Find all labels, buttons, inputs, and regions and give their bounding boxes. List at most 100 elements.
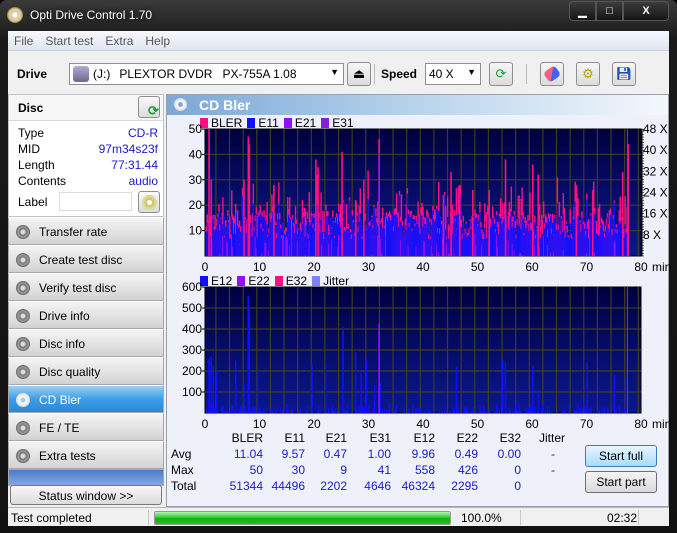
e12-bar <box>590 407 592 413</box>
e12-bar <box>370 412 372 413</box>
maximize-button[interactable]: □ <box>596 1 623 21</box>
bler-peak <box>248 144 251 256</box>
e12-bar <box>568 404 570 413</box>
label-button[interactable] <box>138 191 160 213</box>
e12-bar <box>509 412 511 413</box>
drive-select[interactable]: (J:) PLEXTOR DVDR PX-755A 1.08 ▼ <box>69 63 344 85</box>
e12-bar <box>449 411 452 413</box>
e12-bar <box>588 411 590 413</box>
eject-button[interactable]: ⏏ <box>347 62 371 86</box>
bler-peak <box>450 172 452 256</box>
stats-header: Jitter <box>538 431 565 445</box>
bler-peak <box>537 174 540 256</box>
toolbar-divider <box>526 64 527 84</box>
e12-bar <box>481 410 483 413</box>
erase-button[interactable] <box>540 62 564 86</box>
status-divider <box>638 510 639 525</box>
e12-bar <box>496 409 499 413</box>
status-bar: Test completed 100.0% 02:32 <box>8 507 669 526</box>
y-tick-label: 400 <box>182 322 202 336</box>
e12-bar <box>326 411 328 413</box>
minimize-button[interactable]: ▁ <box>569 1 596 21</box>
x-tick-label: 0 <box>202 260 209 274</box>
e12-bar <box>598 409 601 413</box>
stats-row-label: Avg <box>171 447 192 461</box>
bler-peak <box>472 189 474 256</box>
e12-peak <box>586 362 588 413</box>
start-full-button[interactable]: Start full <box>585 445 657 467</box>
x-tick-label: 30 <box>362 260 376 274</box>
x-tick-label: 0 <box>202 417 209 431</box>
nav-label: Transfer rate <box>39 225 108 239</box>
stats-row-label: Max <box>171 463 194 477</box>
disc-refresh-button[interactable]: ⟳ <box>138 96 160 118</box>
nav-item-create-test-disc[interactable]: Create test disc <box>8 245 164 273</box>
e12-bar <box>584 405 586 413</box>
title-bar[interactable]: Opti Drive Control 1.70 ▁ □ X <box>0 0 677 30</box>
menu-help[interactable]: Help <box>139 31 176 50</box>
e12-peak <box>365 360 368 413</box>
stats-cell: 41 <box>377 463 391 477</box>
app-window: Opti Drive Control 1.70 ▁ □ X File Start… <box>0 0 677 533</box>
x-tick-label: 80 <box>634 260 648 274</box>
stats-cell: 0.47 <box>323 447 347 461</box>
e12-peak <box>354 352 357 413</box>
nav-item-extra-tests[interactable]: Extra tests <box>8 441 164 469</box>
e31-peak <box>378 151 380 256</box>
menu-bar: File Start test Extra Help <box>8 31 669 51</box>
nav-item-drive-info[interactable]: Drive info <box>8 301 164 329</box>
nav-item-fe-te[interactable]: FE / TE <box>8 413 164 441</box>
e12-bar <box>291 408 294 413</box>
menu-extra[interactable]: Extra <box>99 31 139 50</box>
status-window-button[interactable]: Status window >> <box>10 485 162 505</box>
info-value: 97m34s23f <box>98 142 158 156</box>
save-button[interactable]: 💾︎ <box>612 62 636 86</box>
nav-item-disc-info[interactable]: Disc info <box>8 329 164 357</box>
info-value: CD-R <box>128 126 158 140</box>
e12-bar <box>356 409 358 413</box>
disc-icon <box>16 393 30 407</box>
e12-bar <box>261 410 263 413</box>
y-tick-label: 20 <box>189 198 203 212</box>
e12-bar <box>227 410 229 413</box>
x-tick-label: 50 <box>471 260 485 274</box>
disc-contents-row: Contents audio <box>9 173 163 189</box>
x-tick-label: 70 <box>580 260 594 274</box>
menu-file[interactable]: File <box>8 31 39 50</box>
e12-bar <box>259 407 261 413</box>
nav-item-cd-bler[interactable]: CD Bler <box>8 385 164 413</box>
settings-button[interactable]: ⚙ <box>576 62 600 86</box>
drive-name: PLEXTOR DVDR PX-755A 1.08 <box>119 67 297 81</box>
menu-start-test[interactable]: Start test <box>39 31 99 50</box>
e12-bar <box>542 404 544 413</box>
close-button[interactable]: X <box>623 1 669 21</box>
e12-bar <box>543 411 546 413</box>
stats-header: E31 <box>369 431 391 445</box>
y-tick-label: 30 <box>189 173 203 187</box>
y-tick-label: 500 <box>182 301 202 315</box>
x-tick-label: 10 <box>253 417 267 431</box>
label-input[interactable] <box>59 192 132 211</box>
bler-peak <box>442 195 445 256</box>
e12-bar <box>386 409 388 413</box>
nav-label: Disc info <box>39 337 86 351</box>
e12-bar <box>600 409 603 413</box>
stats-cell: 1.00 <box>367 447 391 461</box>
refresh-speed-button[interactable]: ⟳ <box>489 62 513 86</box>
e12-bar <box>525 408 527 413</box>
nav-label: CD Bler <box>39 393 82 407</box>
nav-item-disc-quality[interactable]: Disc quality <box>8 357 164 385</box>
refresh-icon: ⟳ <box>495 66 507 81</box>
nav-item-verify-test-disc[interactable]: Verify test disc <box>8 273 164 301</box>
start-part-button[interactable]: Start part <box>585 471 657 493</box>
e12-bar <box>577 403 579 413</box>
disc-length-row: Length 77:31.44 <box>9 157 163 173</box>
bler-peak <box>532 164 534 256</box>
e12-peak <box>342 326 344 413</box>
disc-icon <box>16 421 30 435</box>
x-tick-label: 40 <box>416 417 430 431</box>
nav-item-transfer-rate[interactable]: Transfer rate <box>8 217 164 245</box>
bler-peak <box>488 189 490 256</box>
x-tick-label: 50 <box>471 417 485 431</box>
speed-select[interactable]: 40 X ▼ <box>425 63 481 85</box>
